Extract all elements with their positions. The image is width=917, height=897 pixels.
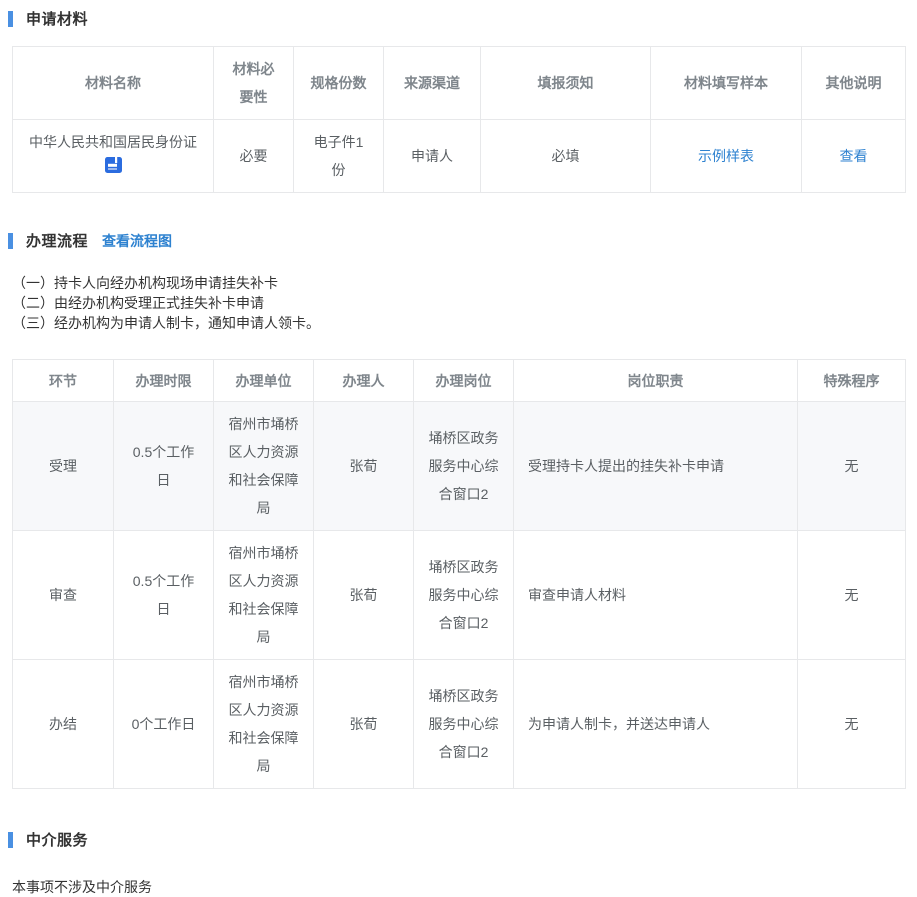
cell-other: 查看	[802, 120, 906, 193]
col-header-other: 其他说明	[802, 47, 906, 120]
view-other-link[interactable]: 查看	[840, 148, 868, 164]
col-header-time-limit: 办理时限	[114, 360, 214, 402]
process-step-1: （一）持卡人向经办机构现场申请挂失补卡	[12, 273, 905, 293]
process-header-row: 环节 办理时限 办理单位 办理人 办理岗位 岗位职责 特殊程序	[13, 360, 906, 402]
cell-duty: 为申请人制卡，并送达申请人	[514, 660, 798, 789]
col-header-step: 环节	[13, 360, 114, 402]
col-header-special: 特殊程序	[798, 360, 906, 402]
col-header-duty: 岗位职责	[514, 360, 798, 402]
cell-post: 埇桥区政务服务中心综合窗口2	[414, 660, 514, 789]
materials-row: 中华人民共和国居民身份证 必要 电子件1份 申请人 必填 示例样	[13, 120, 906, 193]
document-icon[interactable]	[105, 157, 122, 173]
section-header-process: 办理流程 查看流程图	[8, 230, 905, 251]
cell-post: 埇桥区政务服务中心综合窗口2	[414, 402, 514, 531]
col-header-handler: 办理人	[314, 360, 414, 402]
cell-handler: 张荀	[314, 531, 414, 660]
cell-special: 无	[798, 402, 906, 531]
col-header-sample: 材料填写样本	[651, 47, 802, 120]
col-header-notice: 填报须知	[481, 47, 651, 120]
section-title-materials: 申请材料	[26, 8, 88, 29]
col-header-material-name: 材料名称	[13, 47, 214, 120]
process-row-complete: 办结 0个工作日 宿州市埇桥区人力资源和社会保障局 张荀 埇桥区政务服务中心综合…	[13, 660, 906, 789]
process-row-accept: 受理 0.5个工作日 宿州市埇桥区人力资源和社会保障局 张荀 埇桥区政务服务中心…	[13, 402, 906, 531]
page: 申请材料 材料名称 材料必要性 规格份数 来源渠道 填报须知 材料填写样本 其他…	[0, 0, 917, 897]
material-name-text: 中华人民共和国居民身份证	[27, 130, 199, 154]
col-header-unit: 办理单位	[214, 360, 314, 402]
section-header-materials: 申请材料	[8, 8, 905, 29]
cell-step: 办结	[13, 660, 114, 789]
cell-material-name: 中华人民共和国居民身份证	[13, 120, 214, 193]
col-header-source: 来源渠道	[384, 47, 481, 120]
cell-sample: 示例样表	[651, 120, 802, 193]
cell-step: 受理	[13, 402, 114, 531]
cell-notice: 必填	[481, 120, 651, 193]
cell-necessity: 必要	[214, 120, 294, 193]
cell-handler: 张荀	[314, 402, 414, 531]
cell-duty: 审查申请人材料	[514, 531, 798, 660]
materials-header-row: 材料名称 材料必要性 规格份数 来源渠道 填报须知 材料填写样本 其他说明	[13, 47, 906, 120]
cell-time-limit: 0.5个工作日	[114, 402, 214, 531]
cell-unit: 宿州市埇桥区人力资源和社会保障局	[214, 531, 314, 660]
cell-special: 无	[798, 531, 906, 660]
accent-bar-icon	[8, 832, 13, 848]
cell-source: 申请人	[384, 120, 481, 193]
sample-form-link[interactable]: 示例样表	[698, 148, 754, 164]
process-table: 环节 办理时限 办理单位 办理人 办理岗位 岗位职责 特殊程序 受理 0.5个工…	[12, 359, 906, 789]
cell-time-limit: 0.5个工作日	[114, 531, 214, 660]
cell-post: 埇桥区政务服务中心综合窗口2	[414, 531, 514, 660]
accent-bar-icon	[8, 233, 13, 249]
process-step-2: （二）由经办机构受理正式挂失补卡申请	[12, 293, 905, 313]
intermediary-note: 本事项不涉及中介服务	[12, 877, 905, 897]
section-title-intermediary: 中介服务	[26, 829, 88, 850]
section-title-process: 办理流程	[26, 230, 88, 251]
process-row-review: 审查 0.5个工作日 宿州市埇桥区人力资源和社会保障局 张荀 埇桥区政务服务中心…	[13, 531, 906, 660]
col-header-necessity: 材料必要性	[214, 47, 294, 120]
accent-bar-icon	[8, 11, 13, 27]
cell-handler: 张荀	[314, 660, 414, 789]
process-step-3: （三）经办机构为申请人制卡，通知申请人领卡。	[12, 313, 905, 333]
cell-step: 审查	[13, 531, 114, 660]
process-steps: （一）持卡人向经办机构现场申请挂失补卡 （二）由经办机构受理正式挂失补卡申请 （…	[12, 273, 905, 333]
cell-duty: 受理持卡人提出的挂失补卡申请	[514, 402, 798, 531]
cell-spec: 电子件1份	[294, 120, 384, 193]
cell-special: 无	[798, 660, 906, 789]
col-header-spec: 规格份数	[294, 47, 384, 120]
col-header-post: 办理岗位	[414, 360, 514, 402]
section-header-intermediary: 中介服务	[8, 829, 905, 850]
cell-time-limit: 0个工作日	[114, 660, 214, 789]
cell-unit: 宿州市埇桥区人力资源和社会保障局	[214, 402, 314, 531]
materials-table: 材料名称 材料必要性 规格份数 来源渠道 填报须知 材料填写样本 其他说明 中华…	[12, 46, 906, 193]
cell-unit: 宿州市埇桥区人力资源和社会保障局	[214, 660, 314, 789]
view-flowchart-link[interactable]: 查看流程图	[102, 231, 172, 251]
